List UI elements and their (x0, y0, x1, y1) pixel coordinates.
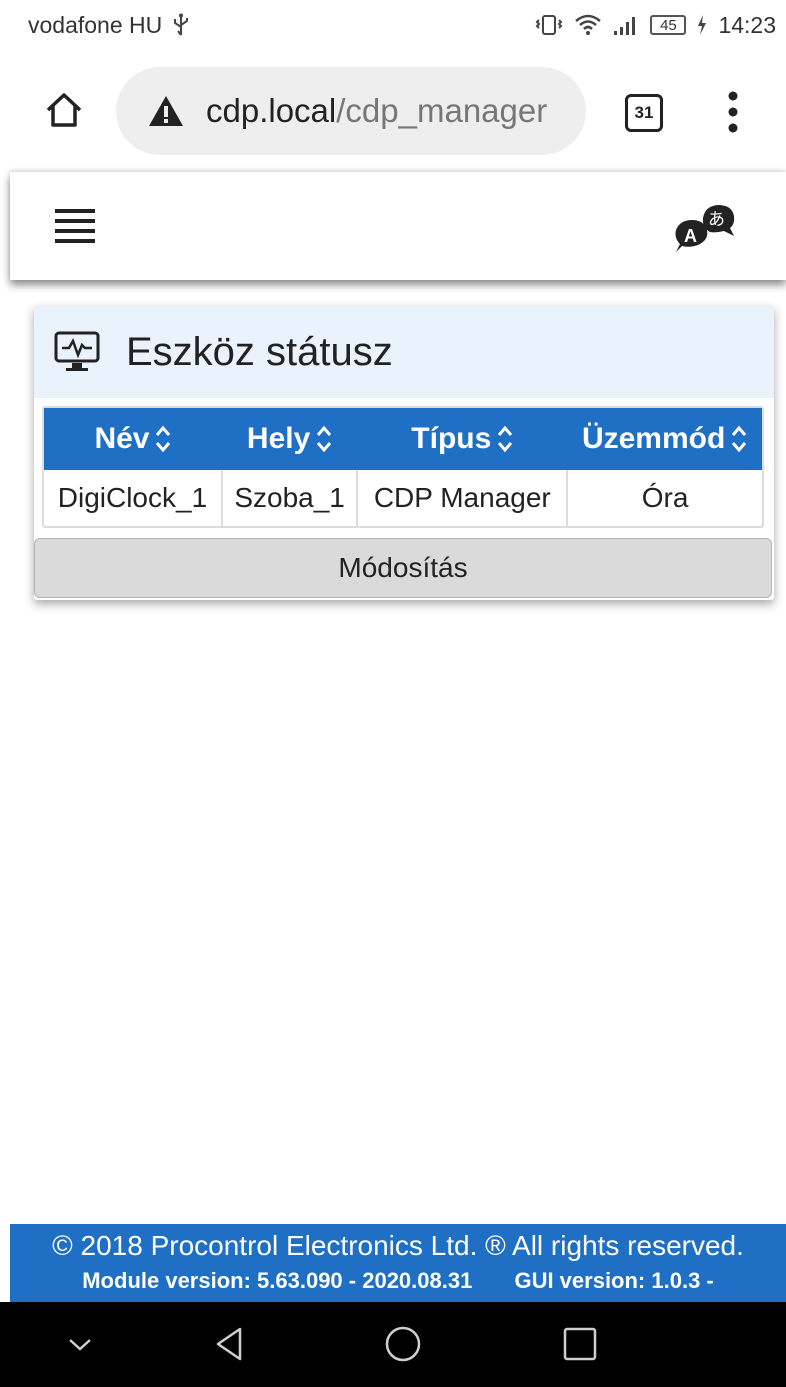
chevron-down-icon[interactable] (60, 1324, 100, 1364)
url-host: cdp.local (206, 92, 337, 129)
url-path: /cdp_manager (336, 92, 548, 129)
cell-device-name: DigiClock_1 (44, 470, 223, 526)
module-version: Module version: 5.63.090 - 2020.08.31 (82, 1268, 473, 1293)
url-text: cdp.local/cdp_manager (206, 92, 547, 130)
version-info: Module version: 5.63.090 - 2020.08.31 GU… (10, 1268, 786, 1294)
table-row[interactable]: DigiClock_1 Szoba_1 CDP Manager Óra (44, 470, 762, 526)
charging-icon (696, 14, 708, 36)
device-table: Név Hely Típus Üzemmód DigiClock_1 Szoba… (42, 406, 764, 528)
sort-icon (498, 425, 513, 453)
vibrate-icon (534, 13, 564, 37)
column-header-name[interactable]: Név (44, 408, 222, 470)
table-header-row: Név Hely Típus Üzemmód (44, 408, 762, 470)
back-icon[interactable] (210, 1324, 250, 1364)
cell-location: Szoba_1 (221, 470, 359, 526)
clock: 14:23 (718, 11, 776, 38)
column-header-label: Név (94, 422, 150, 455)
page-footer: © 2018 Procontrol Electronics Ltd. ® All… (10, 1224, 786, 1302)
column-header-location[interactable]: Hely (221, 408, 358, 470)
monitor-icon (54, 331, 100, 371)
signal-icon (612, 13, 640, 37)
address-bar[interactable]: cdp.local/cdp_manager (116, 67, 586, 155)
column-header-label: Típus (411, 422, 492, 455)
warning-icon (149, 96, 183, 126)
svg-text:あ: あ (708, 210, 725, 230)
wifi-icon (574, 13, 602, 37)
panel-title: Eszköz státusz (126, 329, 393, 374)
battery-indicator: 45 (650, 15, 687, 35)
usb-icon (172, 13, 190, 37)
carrier-name: vodafone HU (28, 11, 163, 38)
sort-icon (732, 425, 747, 453)
column-header-label: Hely (246, 422, 311, 455)
status-bar: vodafone HU 45 14:23 (0, 0, 786, 50)
cell-type: CDP Manager (357, 470, 569, 526)
browser-toolbar: cdp.local/cdp_manager 31 (0, 50, 786, 170)
system-navigation-bar (0, 1302, 786, 1387)
sort-icon (156, 425, 171, 453)
home-icon[interactable] (44, 90, 84, 130)
column-header-label: Üzemmód (581, 422, 726, 455)
device-status-panel: Eszköz státusz Név Hely Típus Üzemmód Di… (34, 306, 774, 600)
modify-button[interactable]: Módosítás (34, 538, 772, 598)
recent-apps-icon[interactable] (560, 1324, 600, 1364)
language-icon[interactable]: A あ (672, 202, 742, 254)
panel-header: Eszköz státusz (34, 306, 774, 398)
more-options-icon[interactable] (718, 90, 748, 134)
sort-icon (317, 425, 332, 453)
app-header: A あ (10, 172, 786, 280)
column-header-type[interactable]: Típus (357, 408, 568, 470)
tab-switcher-button[interactable]: 31 (625, 94, 663, 132)
svg-text:A: A (684, 226, 697, 246)
home-circle-icon[interactable] (383, 1324, 423, 1364)
hamburger-menu-icon[interactable] (55, 209, 95, 245)
cell-mode: Óra (641, 482, 689, 513)
gui-version: GUI version: 1.0.3 - (514, 1268, 714, 1293)
column-header-mode[interactable]: Üzemmód (567, 408, 762, 470)
copyright-text: © 2018 Procontrol Electronics Ltd. ® All… (52, 1230, 744, 1261)
